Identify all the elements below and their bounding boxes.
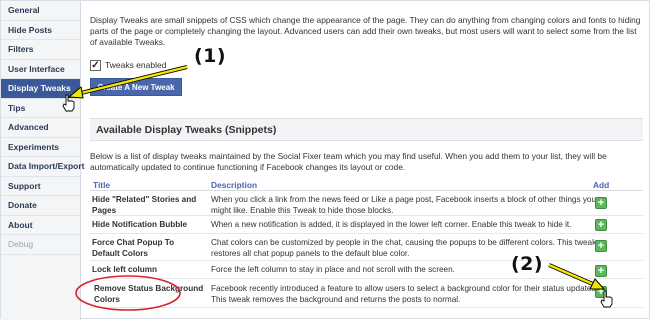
sidebar-item-debug[interactable]: Debug xyxy=(1,235,80,255)
create-new-tweak-button[interactable]: Create A New Tweak xyxy=(90,78,182,96)
sidebar-item-experiments[interactable]: Experiments xyxy=(1,138,80,157)
sidebar-item-filters[interactable]: Filters xyxy=(1,40,80,60)
list-intro-text: Below is a list of display tweaks mainta… xyxy=(90,151,607,172)
tweaks-enabled-label: Tweaks enabled xyxy=(105,60,167,70)
callout-label-1: (1) xyxy=(194,45,227,67)
sidebar-item-donate[interactable]: Donate xyxy=(1,196,80,216)
tweaks-enabled-checkbox[interactable]: ✓ xyxy=(90,59,101,71)
app-window: General Hide Posts Filters User Interfac… xyxy=(0,0,650,320)
sidebar-item-advanced[interactable]: Advanced xyxy=(1,118,80,138)
add-tweak-button[interactable]: + xyxy=(595,240,607,252)
tweak-description: When a new notification is added, it is … xyxy=(211,220,572,229)
tweak-title: Hide Notification Bubble xyxy=(92,220,188,229)
sidebar-item-tips[interactable]: Tips xyxy=(1,99,80,118)
column-description: Description xyxy=(211,180,258,190)
sidebar-item-general[interactable]: General xyxy=(1,1,80,21)
intro-text: Display Tweaks are small snippets of CSS… xyxy=(90,15,641,47)
tweak-title: Force Chat Popup To Default Colors xyxy=(92,238,175,258)
table-row: Remove Status Background Colors Facebook… xyxy=(90,280,643,308)
section-title: Available Display Tweaks (Snippets) xyxy=(90,118,643,141)
sidebar-item-about[interactable]: About xyxy=(1,216,80,235)
tweaks-enabled-row[interactable]: ✓ Tweaks enabled xyxy=(90,58,166,72)
add-tweak-button[interactable]: + xyxy=(595,197,607,209)
sidebar-item-support[interactable]: Support xyxy=(1,177,80,196)
sidebar-item-display-tweaks[interactable]: Display Tweaks xyxy=(1,79,80,99)
sidebar-item-hide-posts[interactable]: Hide Posts xyxy=(1,21,80,40)
tweak-title: Hide "Related" Stories and Pages xyxy=(92,195,197,215)
sidebar-item-user-interface[interactable]: User Interface xyxy=(1,60,80,79)
column-title: Title xyxy=(93,180,111,190)
tweak-description: When you click a link from the news feed… xyxy=(211,195,597,215)
table-row: Force Chat Popup To Default Colors Chat … xyxy=(90,235,643,261)
table-row: Lock left column Force the left column t… xyxy=(90,262,643,279)
table-row: Hide Notification Bubble When a new noti… xyxy=(90,217,643,234)
sidebar: General Hide Posts Filters User Interfac… xyxy=(1,1,85,320)
add-tweak-button[interactable]: + xyxy=(595,219,607,231)
callout-label-2: (2) xyxy=(511,253,544,275)
add-tweak-button[interactable]: + xyxy=(595,286,607,298)
tweak-description: Facebook recently introduced a feature t… xyxy=(211,284,598,304)
table-row: Hide "Related" Stories and Pages When yo… xyxy=(90,193,643,216)
table-header: Title Description Add xyxy=(90,179,643,191)
add-tweak-button[interactable]: + xyxy=(595,265,607,277)
tweak-title: Lock left column xyxy=(92,265,158,274)
tweak-title: Remove Status Background Colors xyxy=(94,284,204,304)
sidebar-item-data-import-export[interactable]: Data Import/Export xyxy=(1,157,85,177)
column-add: Add xyxy=(593,180,610,190)
